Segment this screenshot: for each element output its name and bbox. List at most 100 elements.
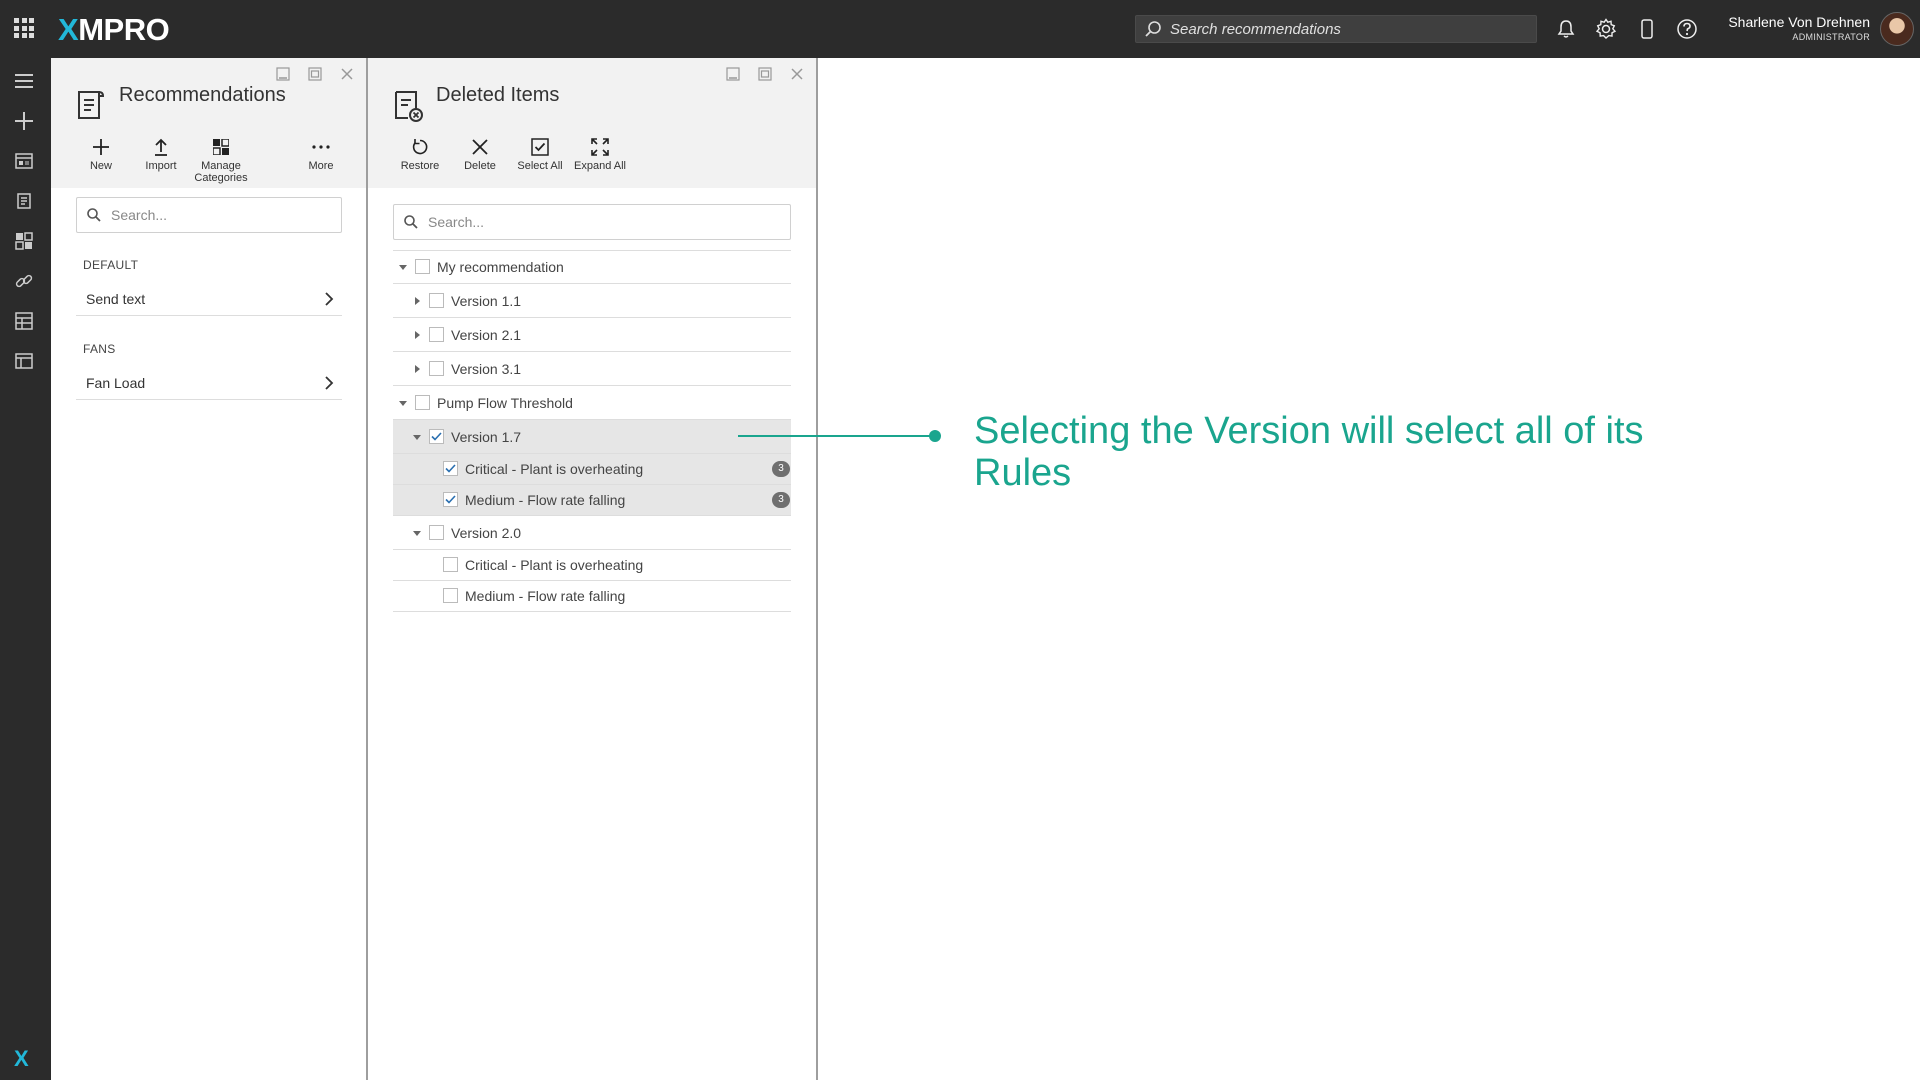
delete-button[interactable]: Delete [450, 136, 510, 172]
checkbox[interactable] [429, 360, 444, 376]
tree-row-label: Version 1.7 [451, 428, 522, 445]
chevron-right-icon [325, 292, 334, 306]
app-icon[interactable] [13, 350, 35, 372]
hamburger-menu-icon[interactable] [13, 70, 35, 92]
recommendations-icon[interactable] [13, 190, 35, 212]
checkbox[interactable] [429, 326, 444, 342]
checkbox[interactable] [415, 259, 430, 274]
list-item-send-text[interactable]: Send text [76, 282, 342, 316]
checkbox[interactable] [443, 557, 458, 572]
tree-row-label: Pump Flow Threshold [437, 394, 573, 411]
expand-all-button[interactable]: Expand All [570, 136, 630, 172]
xmpro-mark[interactable]: X [14, 1046, 29, 1072]
data-stream-icon[interactable] [13, 310, 35, 332]
tree-row-critical-plant-overheating[interactable]: Critical - Plant is overheating 3 [393, 454, 791, 485]
checkbox[interactable] [429, 524, 444, 540]
tree-row-label: Version 2.1 [451, 326, 522, 343]
link-icon[interactable] [13, 270, 35, 292]
caret-right-icon[interactable] [412, 330, 422, 339]
tree-row-label: Critical - Plant is overheating [465, 557, 644, 573]
global-search-input[interactable] [1170, 20, 1530, 38]
caret-down-icon[interactable] [412, 433, 422, 441]
import-button[interactable]: Import [131, 136, 191, 184]
close-icon[interactable] [788, 65, 806, 83]
checkbox-checked[interactable] [443, 492, 458, 507]
manage-categories-button[interactable]: Manage Categories [191, 136, 251, 184]
tree-row-label: Critical - Plant is overheating [465, 461, 644, 477]
tree-row-version-3-1[interactable]: Version 3.1 [393, 352, 791, 386]
recommendations-toolbar: New Import Manage Categories More [71, 136, 351, 184]
tree-row-version-2-0[interactable]: Version 2.0 [393, 516, 791, 550]
maximize-icon[interactable] [756, 65, 774, 83]
plus-icon[interactable] [13, 110, 35, 132]
recommendations-icon [78, 91, 105, 119]
checkmark-icon [445, 464, 456, 473]
tree-row-version-2-1[interactable]: Version 2.1 [393, 318, 791, 352]
checkbox-checked[interactable] [429, 428, 444, 444]
recommendations-panel: Recommendations New Import Manage Catego… [51, 58, 368, 1080]
rule-count-badge: 3 [772, 461, 790, 477]
expand-all-icon [589, 136, 611, 158]
grid-widgets-icon[interactable] [13, 230, 35, 252]
caret-down-icon[interactable] [398, 263, 408, 271]
user-menu[interactable]: Sharlene Von Drehnen ADMINISTRATOR [1700, 14, 1870, 42]
dashboard-icon[interactable] [13, 150, 35, 172]
recommendations-panel-header: Recommendations New Import Manage Catego… [51, 58, 366, 188]
avatar[interactable] [1880, 12, 1914, 46]
chevron-right-icon [325, 376, 334, 390]
checkbox[interactable] [415, 394, 430, 410]
minimize-icon[interactable] [724, 65, 742, 83]
deleted-items-panel-header: Deleted Items Restore Delete Select All … [368, 58, 816, 188]
tree-row-version-1-1[interactable]: Version 1.1 [393, 284, 791, 318]
help-icon[interactable] [1675, 17, 1699, 41]
checkmark-icon [431, 431, 442, 441]
search-icon [1145, 21, 1161, 37]
caret-right-icon[interactable] [412, 364, 422, 373]
mobile-device-icon[interactable] [1635, 17, 1659, 41]
maximize-icon[interactable] [306, 65, 324, 83]
user-role: ADMINISTRATOR [1792, 32, 1870, 42]
apps-grid-icon[interactable] [14, 18, 34, 38]
tree-row-version-1-7[interactable]: Version 1.7 [393, 420, 791, 454]
panel-title: Recommendations [119, 84, 286, 106]
deleted-items-search-input[interactable] [428, 214, 737, 230]
tree-row-medium-flow-rate-falling[interactable]: Medium - Flow rate falling 3 [393, 485, 791, 516]
list-item-label: Send text [86, 290, 146, 307]
deleted-items-search[interactable] [393, 204, 791, 240]
bell-icon[interactable] [1554, 17, 1578, 41]
tree-row-pump-flow-threshold[interactable]: Pump Flow Threshold [393, 386, 791, 420]
restore-button[interactable]: Restore [390, 136, 450, 172]
tree-row-label: Medium - Flow rate falling [465, 588, 626, 604]
new-button[interactable]: New [71, 136, 131, 184]
recommendations-search-input[interactable] [111, 207, 315, 223]
checkbox[interactable] [429, 292, 444, 308]
tree-row-critical-plant-overheating[interactable]: Critical - Plant is overheating [393, 550, 791, 581]
logo-text: MPRO [78, 12, 170, 47]
caret-down-icon[interactable] [412, 529, 422, 537]
category-header-default: DEFAULT [83, 258, 139, 272]
xmpro-logo[interactable]: XMPRO [58, 12, 170, 48]
restore-icon [409, 136, 431, 158]
more-button[interactable]: More [291, 136, 351, 184]
close-icon[interactable] [338, 65, 356, 83]
recommendations-search[interactable] [76, 197, 342, 233]
list-item-label: Fan Load [86, 374, 146, 391]
deleted-items-tree: My recommendation Version 1.1 Version 2.… [393, 250, 791, 612]
categories-icon [210, 136, 232, 158]
search-icon [87, 208, 101, 222]
caret-down-icon[interactable] [398, 399, 408, 407]
caret-right-icon[interactable] [412, 296, 422, 305]
gear-icon[interactable] [1594, 17, 1618, 41]
checkbox-checked[interactable] [443, 461, 458, 476]
tree-row-label: Version 3.1 [451, 360, 522, 377]
list-item-fan-load[interactable]: Fan Load [76, 366, 342, 400]
deleted-items-toolbar: Restore Delete Select All Expand All [390, 136, 630, 172]
tree-row-label: My recommendation [437, 259, 564, 275]
select-all-button[interactable]: Select All [510, 136, 570, 172]
annotation-connector-line [738, 435, 936, 437]
tree-row-my-recommendation[interactable]: My recommendation [393, 250, 791, 284]
tree-row-medium-flow-rate-falling[interactable]: Medium - Flow rate falling [393, 581, 791, 612]
checkbox[interactable] [443, 588, 458, 603]
global-search[interactable] [1135, 15, 1537, 43]
minimize-icon[interactable] [274, 65, 292, 83]
